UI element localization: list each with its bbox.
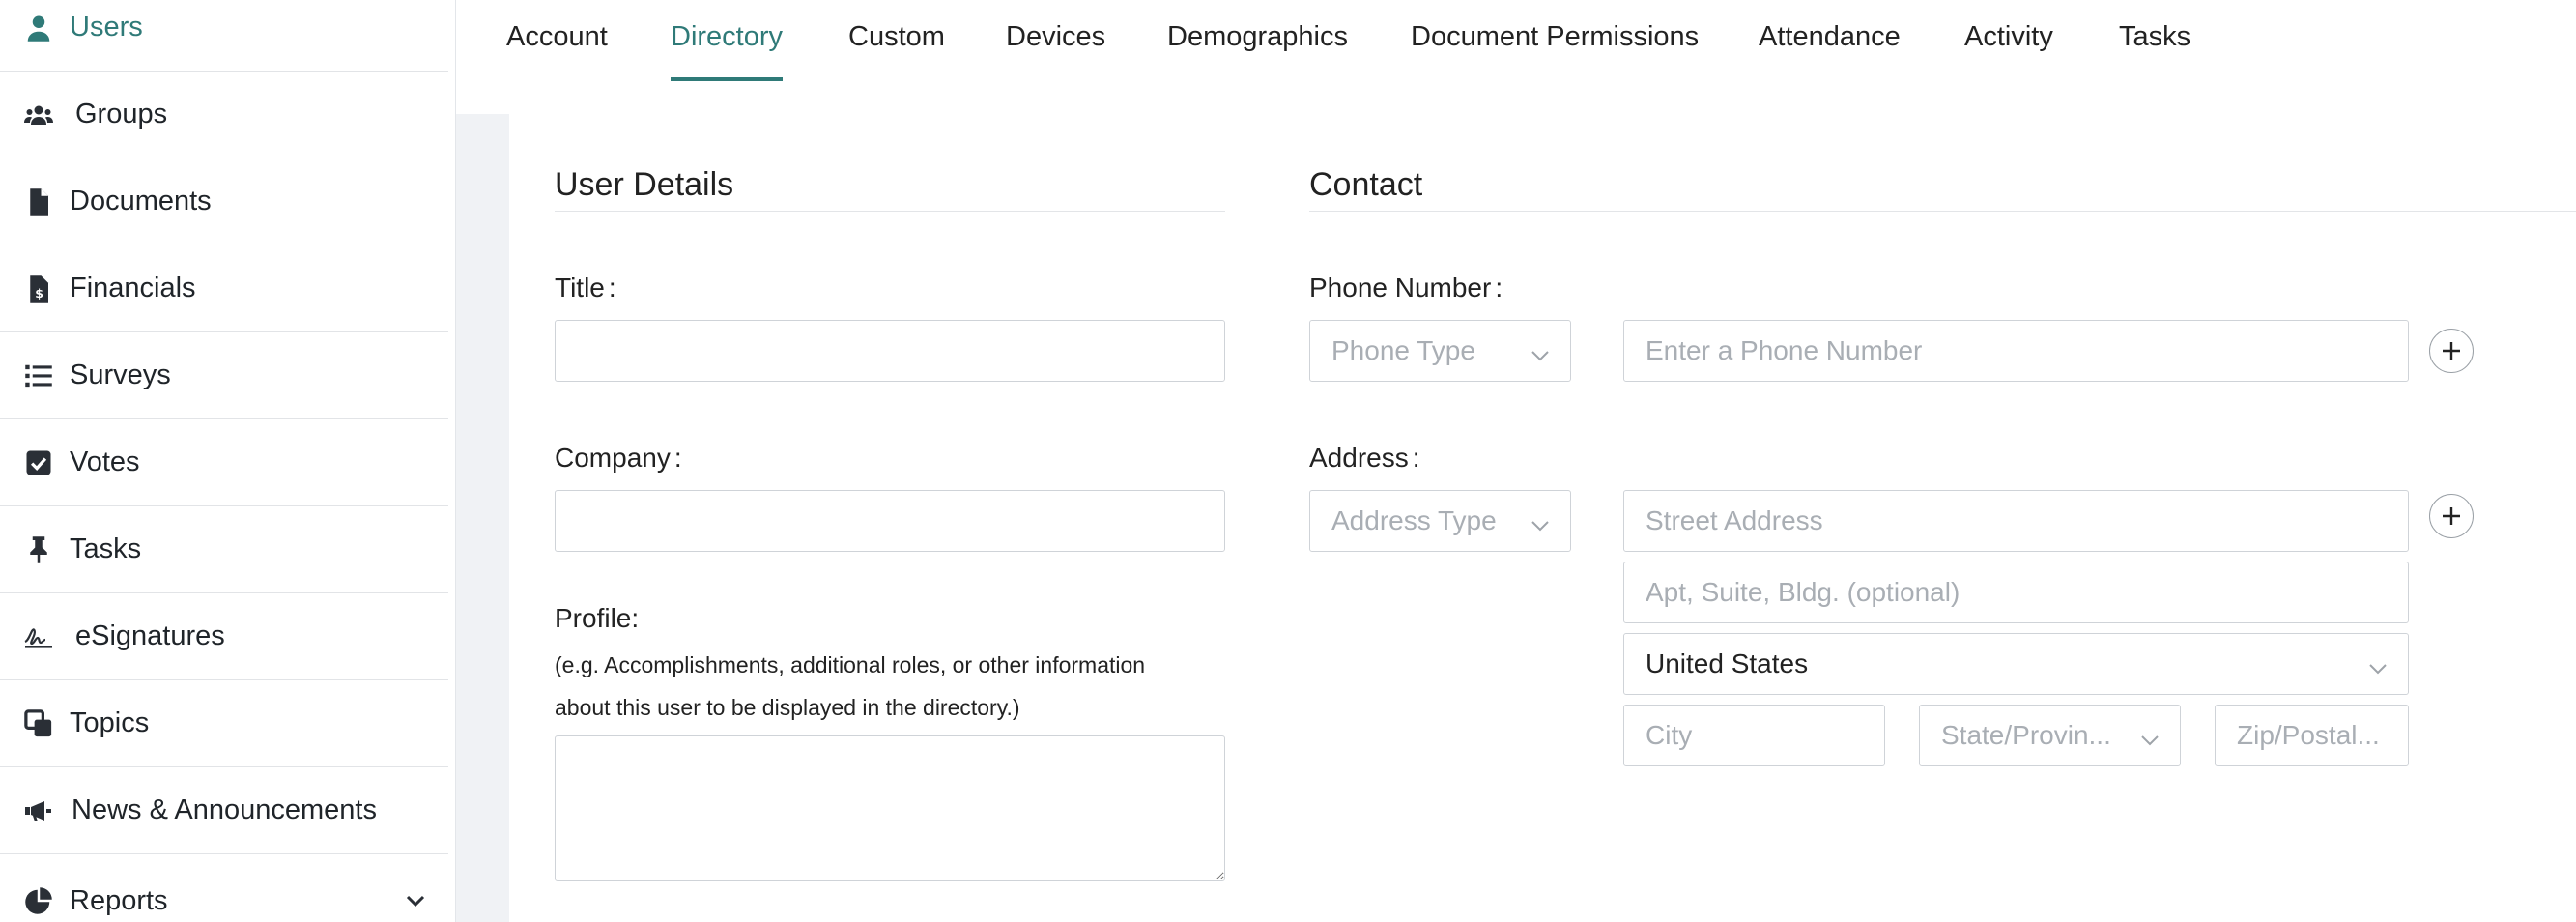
- profile-hint: (e.g. Accomplishments, additional roles,…: [555, 652, 1146, 720]
- state-province-select[interactable]: State/Provin...: [1919, 705, 2181, 766]
- sidebar-item-news-announcements[interactable]: News & Announcements: [0, 767, 448, 854]
- chart-pie-icon: [19, 881, 58, 920]
- file-invoice-dollar-icon: $: [19, 270, 58, 308]
- sidebar-item-label: Votes: [70, 447, 140, 477]
- address-type-select[interactable]: Address Type: [1309, 490, 1571, 552]
- sidebar-item-tasks[interactable]: Tasks: [0, 506, 448, 593]
- svg-text:$: $: [35, 285, 43, 300]
- check-square-icon: [19, 444, 58, 482]
- apt-suite-input[interactable]: [1623, 562, 2409, 623]
- add-phone-button[interactable]: [2429, 329, 2474, 373]
- sidebar-item-label: eSignatures: [75, 620, 225, 651]
- sidebar-item-users[interactable]: Users: [0, 0, 448, 72]
- city-input[interactable]: [1623, 705, 1885, 766]
- sidebar-item-label: Reports: [70, 884, 168, 916]
- sidebar-item-label: Topics: [70, 707, 150, 738]
- tab-directory[interactable]: Directory: [671, 0, 784, 81]
- bullhorn-icon: [19, 792, 58, 830]
- tab-tasks[interactable]: Tasks: [2119, 0, 2190, 81]
- chevron-down-icon[interactable]: [404, 889, 427, 912]
- tab-attendance[interactable]: Attendance: [1759, 0, 1901, 81]
- sidebar-item-topics[interactable]: Topics: [0, 680, 448, 767]
- user-icon: [19, 9, 58, 47]
- sidebar-item-label: Financials: [70, 273, 196, 303]
- sidebar-item-label: Surveys: [70, 360, 171, 390]
- profile-label: Profile:: [555, 603, 640, 633]
- plus-icon: [2443, 342, 2460, 360]
- list-icon: [19, 357, 58, 395]
- sidebar-item-surveys[interactable]: Surveys: [0, 332, 448, 419]
- street-address-input[interactable]: [1623, 490, 2409, 552]
- users-icon: [19, 96, 58, 134]
- tab-bar: Account Directory Custom Devices Demogra…: [456, 0, 2576, 114]
- tab-account[interactable]: Account: [506, 0, 608, 81]
- file-icon: [19, 183, 58, 221]
- phone-type-select[interactable]: Phone Type: [1309, 320, 1571, 382]
- profile-textarea[interactable]: [555, 735, 1225, 881]
- sidebar-item-groups[interactable]: Groups: [0, 72, 448, 158]
- chevron-down-icon: [2139, 727, 2161, 748]
- add-address-button[interactable]: [2429, 494, 2474, 538]
- user-details-heading: User Details: [555, 166, 734, 203]
- title-input[interactable]: [555, 320, 1225, 382]
- plus-icon: [2443, 507, 2460, 525]
- chevron-down-icon: [1530, 342, 1551, 363]
- directory-panel: User Details Title: Company: Profile: (e…: [509, 114, 2576, 922]
- chevron-down-icon: [1530, 512, 1551, 533]
- sidebar-item-label: Users: [70, 12, 143, 43]
- signature-icon: [19, 618, 58, 656]
- tab-devices[interactable]: Devices: [1006, 0, 1105, 81]
- phone-number-input[interactable]: [1623, 320, 2409, 382]
- title-label: Title:: [555, 273, 616, 303]
- company-label: Company:: [555, 443, 682, 473]
- divider: [1309, 211, 2576, 212]
- sidebar-item-financials[interactable]: $ Financials: [0, 245, 448, 332]
- tab-activity[interactable]: Activity: [1964, 0, 2053, 81]
- tab-document-permissions[interactable]: Document Permissions: [1411, 0, 1699, 81]
- sidebar-item-label: News & Announcements: [72, 794, 377, 825]
- contact-heading: Contact: [1309, 166, 1423, 203]
- phone-number-label: Phone Number:: [1309, 273, 1503, 303]
- sidebar-item-reports[interactable]: Reports: [0, 857, 448, 922]
- sidebar-item-esignatures[interactable]: eSignatures: [0, 593, 448, 680]
- clone-icon: [19, 705, 58, 743]
- chevron-down-icon: [2367, 655, 2389, 677]
- tab-demographics[interactable]: Demographics: [1167, 0, 1348, 81]
- sidebar: Users Groups Documents $ Financials Surv…: [0, 0, 456, 922]
- tab-custom[interactable]: Custom: [848, 0, 945, 81]
- country-select[interactable]: United States: [1623, 633, 2409, 695]
- thumbtack-icon: [19, 531, 58, 569]
- address-label: Address:: [1309, 443, 1420, 473]
- divider: [555, 211, 1225, 212]
- sidebar-item-label: Groups: [75, 99, 168, 130]
- sidebar-item-votes[interactable]: Votes: [0, 419, 448, 506]
- zip-postal-input[interactable]: [2215, 705, 2409, 766]
- sidebar-item-label: Tasks: [70, 533, 142, 564]
- sidebar-item-label: Documents: [70, 186, 212, 216]
- company-input[interactable]: [555, 490, 1225, 552]
- sidebar-item-documents[interactable]: Documents: [0, 158, 448, 245]
